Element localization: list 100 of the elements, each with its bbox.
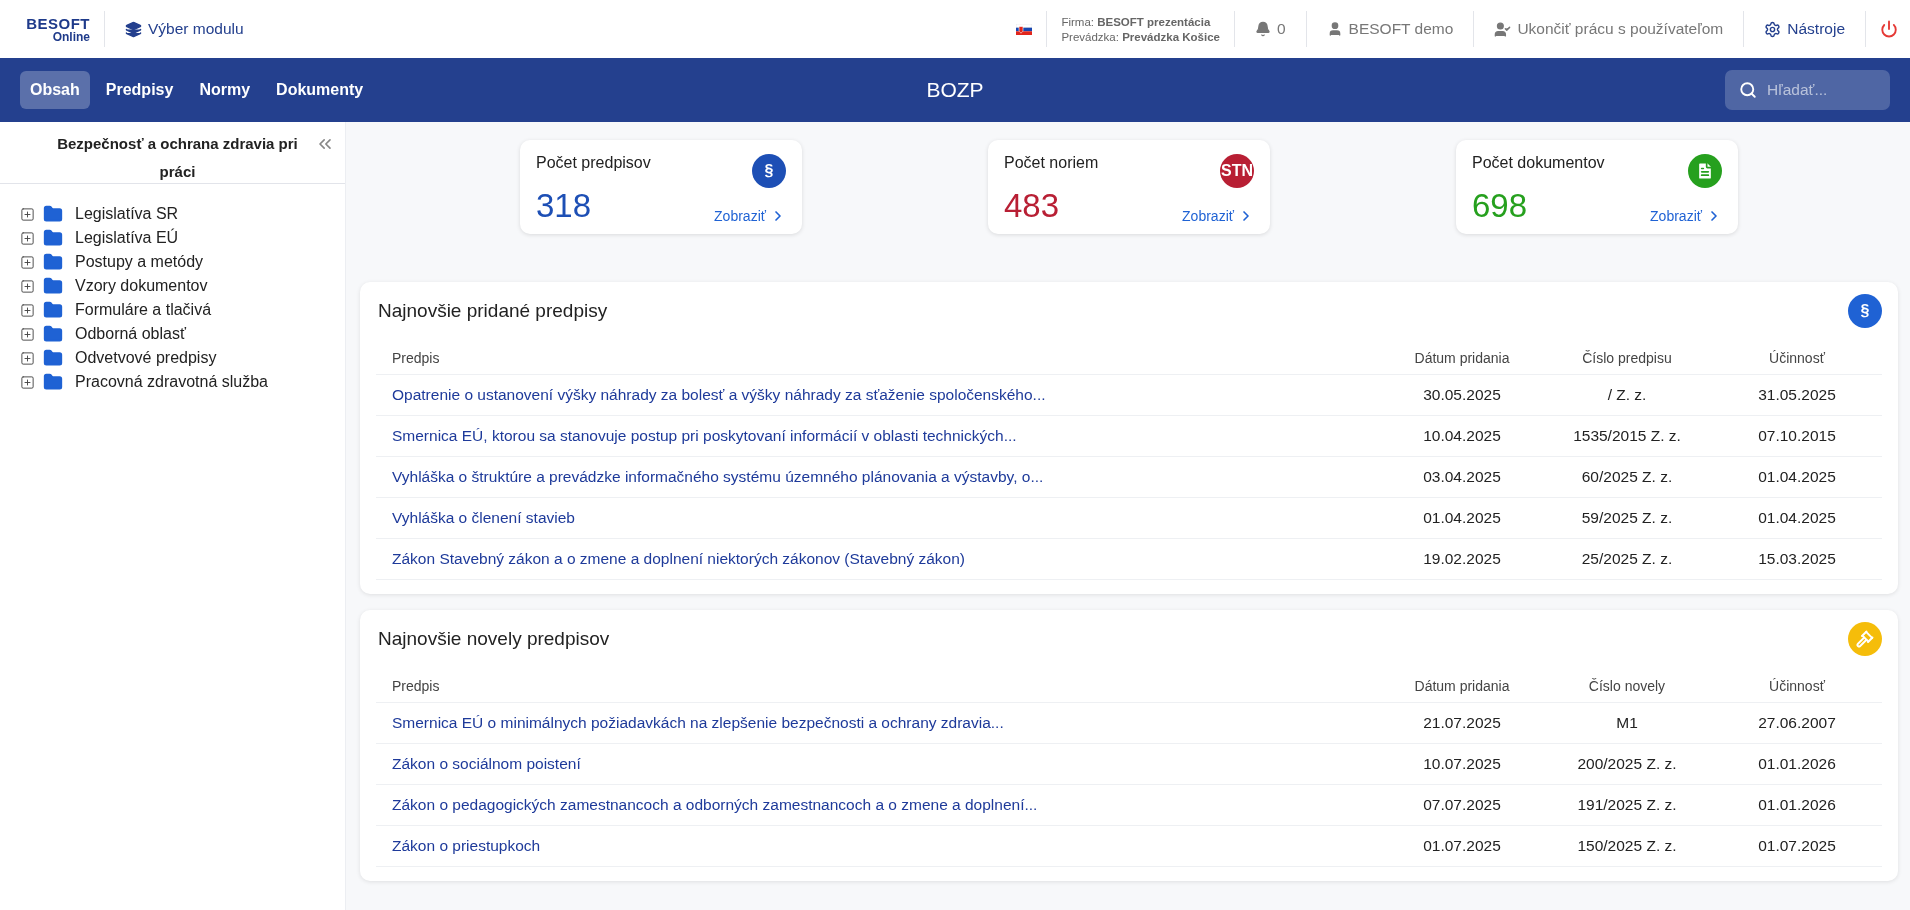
table-cell: / Z. z.	[1542, 374, 1712, 416]
badge: STN	[1220, 154, 1254, 188]
card-label: Počet noriem	[1004, 154, 1100, 173]
card-value: 318	[536, 188, 593, 225]
regulation-link[interactable]: Opatrenie o ustanovení výšky náhrady za bolesť a výšky náhrady za sťaženie spoločenského...	[392, 386, 1046, 403]
folder-icon	[43, 324, 63, 344]
expand-icon[interactable]	[20, 254, 35, 270]
tree-item[interactable]: Vzory dokumentov	[75, 277, 208, 295]
table-cell: 01.04.2025	[1712, 497, 1882, 539]
column-header: Dátum pridania	[1382, 342, 1542, 375]
table-cell: 07.07.2025	[1382, 784, 1542, 826]
card-value: 483	[1004, 188, 1061, 225]
expand-icon[interactable]	[20, 302, 35, 318]
table-cell: 150/2025 Z. z.	[1542, 825, 1712, 867]
user-check-icon	[1494, 20, 1512, 38]
show-link[interactable]: Zobraziť	[1650, 208, 1722, 225]
regulation-link[interactable]: Smernica EÚ, ktorou sa stanovuje postup pri poskytovaní informácií v oblasti technických...	[392, 427, 1017, 444]
column-header: Číslo predpisu	[1542, 342, 1712, 375]
regulation-link[interactable]: Vyhláška o štruktúre a prevádzke informačného systému územného plánovania a výstavby, o...	[392, 468, 1044, 485]
regulation-link[interactable]: Zákon o pedagogických zamestnancoch a odborných zamestnancoch a o zmene a doplnení...	[392, 796, 1038, 813]
bell-icon	[1254, 21, 1271, 37]
search-icon	[1739, 81, 1757, 99]
expand-icon[interactable]	[20, 206, 35, 222]
tree-item[interactable]: Odborná oblasť	[75, 325, 186, 343]
column-header: Dátum pridania	[1382, 670, 1542, 703]
gear-icon	[1764, 20, 1782, 38]
folder-icon	[43, 276, 63, 296]
nav-tab[interactable]: Dokumenty	[266, 71, 374, 109]
layers-icon	[125, 20, 142, 38]
panel-title: Najnovšie novely predpisov	[377, 628, 610, 650]
expand-icon[interactable]	[20, 278, 35, 294]
column-header: Číslo novely	[1542, 670, 1712, 703]
end-session-button[interactable]: Ukončiť prácu s používateľom	[1488, 20, 1730, 38]
regulation-link[interactable]: Zákon Stavebný zákon a o zmene a doplnení niektorých zákonov (Stavebný zákon)	[392, 550, 965, 567]
nav-tab[interactable]: Obsah	[20, 71, 90, 109]
regulation-link[interactable]: Zákon o sociálnom poistení	[392, 755, 581, 772]
table-cell: 200/2025 Z. z.	[1542, 743, 1712, 785]
table-cell: 01.01.2026	[1712, 743, 1882, 785]
table-cell: 15.03.2025	[1712, 538, 1882, 580]
table-cell: 03.04.2025	[1382, 456, 1542, 498]
module-button[interactable]: Výber modulu	[119, 20, 250, 38]
column-header: Predpis	[376, 670, 1382, 703]
tree-item[interactable]: Legislatíva EÚ	[75, 229, 179, 247]
table-cell: 01.04.2025	[1382, 497, 1542, 539]
expand-icon[interactable]	[20, 326, 35, 342]
table-cell: 27.06.2007	[1712, 702, 1882, 744]
folder-icon	[43, 252, 63, 272]
table-cell: 191/2025 Z. z.	[1542, 784, 1712, 826]
folder-icon	[43, 300, 63, 320]
table-cell: 25/2025 Z. z.	[1542, 538, 1712, 580]
branch-text: Prevádzka: Prevádzka Košice	[1061, 30, 1220, 43]
column-header: Účinnosť	[1712, 342, 1882, 375]
nav-tab[interactable]: Predpisy	[95, 71, 184, 109]
tree-item[interactable]: Legislatíva SR	[75, 205, 179, 223]
tools-button[interactable]: Nástroje	[1758, 20, 1851, 38]
table-cell: 31.05.2025	[1712, 374, 1882, 416]
table-cell: 59/2025 Z. z.	[1542, 497, 1712, 539]
company-text: Firma: BESOFT prezentácia	[1061, 15, 1212, 28]
card-label: Počet predpisov	[536, 154, 652, 173]
page-title: BOZP	[926, 78, 984, 102]
tree-item[interactable]: Pracovná zdravotná služba	[75, 373, 268, 391]
expand-icon[interactable]	[20, 230, 35, 246]
show-link[interactable]: Zobraziť	[714, 208, 786, 225]
table-cell: 60/2025 Z. z.	[1542, 456, 1712, 498]
folder-icon	[43, 372, 63, 392]
sidebar-title: Bezpečnosť a ochrana zdravia pri práci	[56, 134, 299, 182]
table-cell: 19.02.2025	[1382, 538, 1542, 580]
table-cell: 07.10.2015	[1712, 415, 1882, 457]
regulation-link[interactable]: Vyhláška o členení stavieb	[392, 509, 575, 526]
tree-item[interactable]: Postupy a metódy	[75, 253, 204, 271]
table-cell: 01.07.2025	[1382, 825, 1542, 867]
show-link[interactable]: Zobraziť	[1182, 208, 1254, 225]
power-icon[interactable]	[1880, 20, 1898, 38]
expand-icon[interactable]	[20, 374, 35, 390]
folder-icon	[43, 228, 63, 248]
badge: §	[752, 154, 786, 188]
user-button[interactable]: BESOFT demo	[1320, 20, 1460, 38]
folder-icon	[43, 204, 63, 224]
folder-icon	[43, 348, 63, 368]
table-cell: 30.05.2025	[1382, 374, 1542, 416]
column-header: Predpis	[376, 342, 1382, 375]
flag-icon[interactable]	[1016, 23, 1033, 35]
tree-item[interactable]: Odvetvové predpisy	[75, 349, 217, 367]
table-cell: 01.01.2026	[1712, 784, 1882, 826]
card-label: Počet dokumentov	[1472, 154, 1606, 173]
regulation-link[interactable]: Zákon o priestupkoch	[392, 837, 541, 854]
notifications-button[interactable]: 0	[1248, 20, 1292, 38]
column-header: Účinnosť	[1712, 670, 1882, 703]
table-cell: M1	[1542, 702, 1712, 744]
regulation-link[interactable]: Smernica EÚ o minimálnych požiadavkách na zlepšenie bezpečnosti a ochrany zdravia...	[392, 714, 1004, 731]
nav-tab[interactable]: Normy	[189, 71, 261, 109]
expand-icon[interactable]	[20, 350, 35, 366]
table-cell: 01.07.2025	[1712, 825, 1882, 867]
table-cell: 1535/2015 Z. z.	[1542, 415, 1712, 457]
logo[interactable]: BESOFT Online	[16, 15, 90, 43]
table-cell: 01.04.2025	[1712, 456, 1882, 498]
card-value: 698	[1472, 188, 1529, 225]
tree-item[interactable]: Formuláre a tlačivá	[75, 301, 212, 319]
panel-title: Najnovšie pridané predpisy	[377, 300, 608, 322]
table-cell: 21.07.2025	[1382, 702, 1542, 744]
